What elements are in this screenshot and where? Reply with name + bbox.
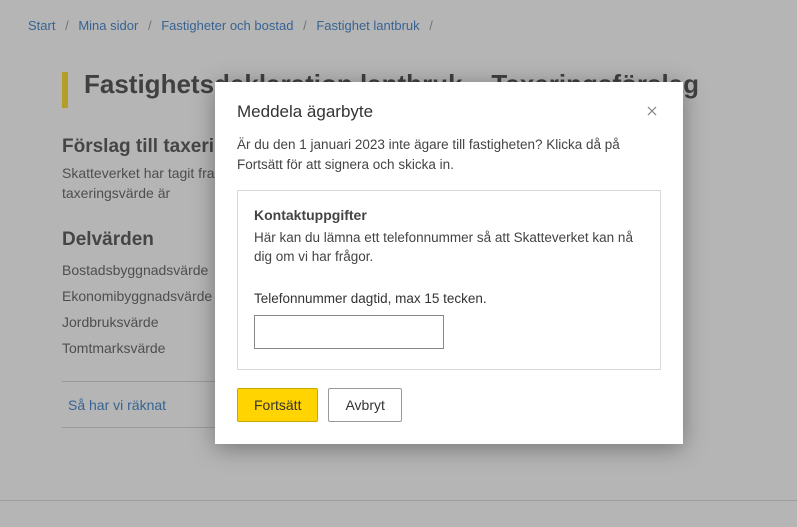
modal-intro: Är du den 1 januari 2023 inte ägare till…	[237, 135, 661, 174]
continue-button[interactable]: Fortsätt	[237, 388, 318, 422]
cancel-button[interactable]: Avbryt	[328, 388, 401, 422]
phone-label: Telefonnummer dagtid, max 15 tecken.	[254, 289, 644, 309]
contact-heading: Kontaktuppgifter	[254, 205, 644, 225]
close-icon	[645, 106, 659, 121]
close-button[interactable]	[643, 102, 661, 123]
modal-title: Meddela ägarbyte	[237, 102, 373, 122]
ownership-change-modal: Meddela ägarbyte Är du den 1 januari 202…	[215, 82, 683, 444]
phone-input[interactable]	[254, 315, 444, 349]
contact-fieldset: Kontaktuppgifter Här kan du lämna ett te…	[237, 190, 661, 370]
contact-desc: Här kan du lämna ett telefonnummer så at…	[254, 229, 644, 267]
